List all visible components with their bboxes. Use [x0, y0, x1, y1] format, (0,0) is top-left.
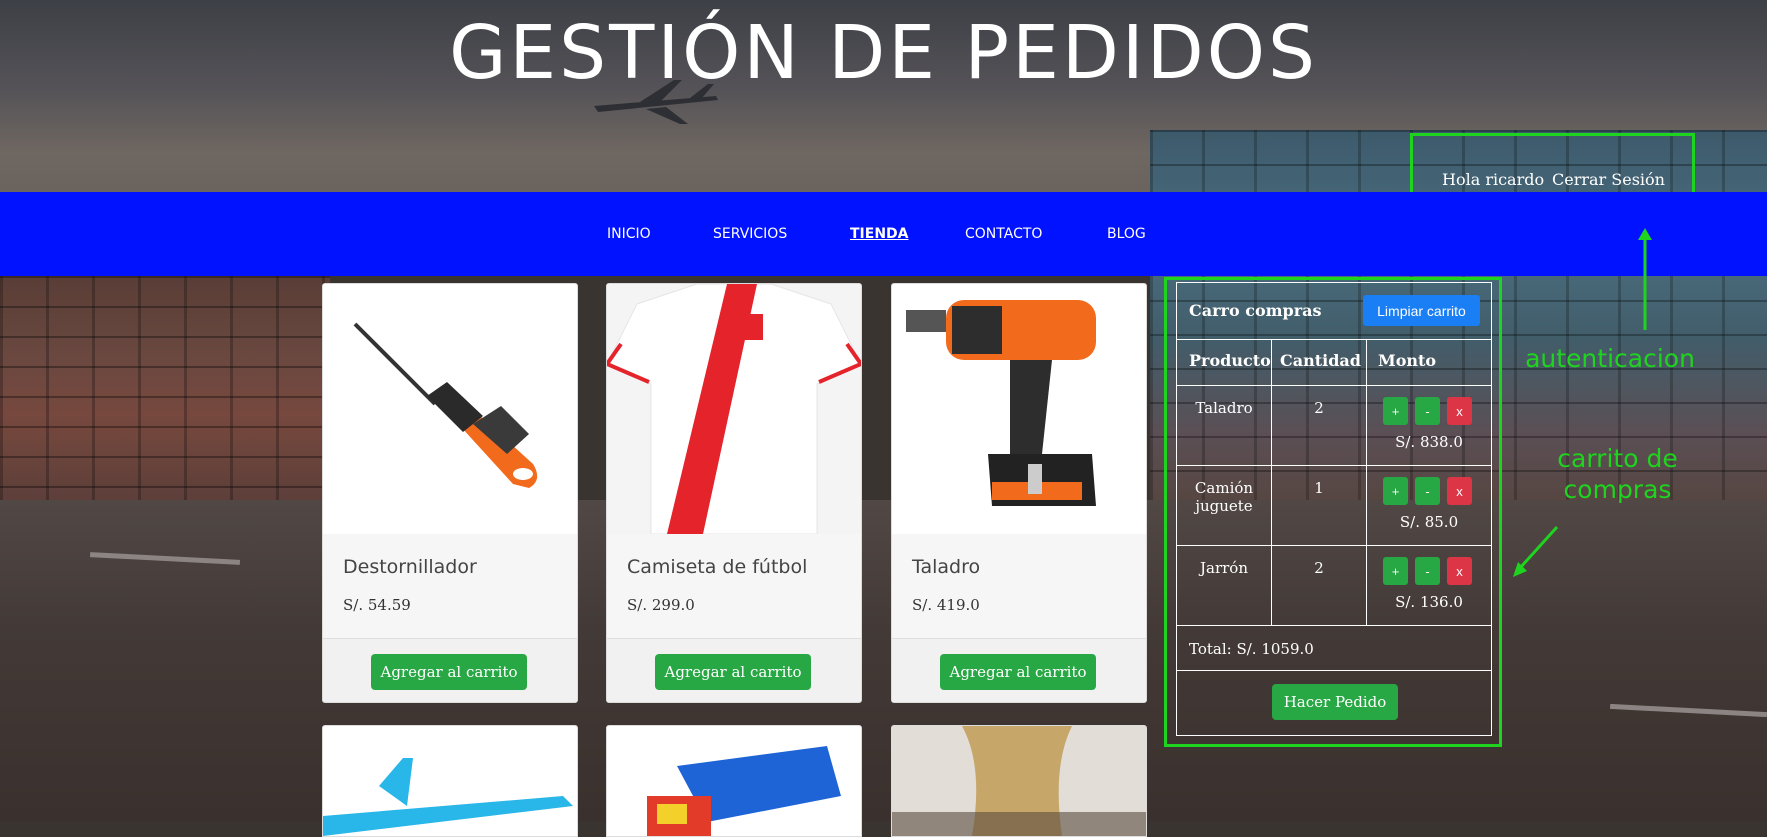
remove-item-button[interactable]: x [1447, 557, 1472, 585]
remove-item-button[interactable]: x [1447, 477, 1472, 505]
cart-item-quantity: 1 [1314, 479, 1324, 497]
column-header-producto: Producto [1189, 351, 1271, 370]
decrease-quantity-button[interactable]: - [1415, 477, 1440, 505]
add-to-cart-button[interactable]: Agregar al carrito [940, 654, 1096, 690]
table-divider [1177, 385, 1491, 386]
shopping-cart: Carro compras Limpiar carrito Producto C… [1176, 282, 1492, 736]
card-footer: Agregar al carrito [892, 638, 1146, 702]
increase-quantity-button[interactable]: + [1383, 397, 1408, 425]
cart-title: Carro compras [1189, 301, 1322, 320]
annotation-auth-label: autenticacion [1525, 344, 1695, 373]
drill-image [906, 300, 1096, 506]
card-footer: Agregar al carrito [607, 638, 861, 702]
cart-item-product: Jarrón [1200, 559, 1248, 577]
cart-total: Total: S/. 1059.0 [1189, 640, 1314, 658]
logout-link[interactable]: Cerrar Sesión [1552, 170, 1665, 189]
nav-item-blog[interactable]: BLOG [1107, 226, 1146, 242]
column-header-monto: Monto [1378, 351, 1437, 370]
nav-item-inicio[interactable]: INICIO [607, 226, 651, 242]
table-divider [1177, 670, 1491, 671]
table-divider [1271, 339, 1272, 625]
nav-item-tienda[interactable]: TIENDA [850, 226, 909, 242]
decrease-quantity-button[interactable]: - [1415, 397, 1440, 425]
nav-item-servicios[interactable]: SERVICIOS [713, 226, 787, 242]
table-divider [1177, 465, 1491, 466]
table-divider [1177, 625, 1491, 626]
place-order-button[interactable]: Hacer Pedido [1272, 684, 1398, 720]
product-name: Taladro [912, 556, 981, 578]
product-card [891, 725, 1147, 837]
table-divider [1366, 339, 1367, 625]
user-greeting: Hola ricardo [1442, 170, 1545, 189]
decrease-quantity-button[interactable]: - [1415, 557, 1440, 585]
product-name: Camiseta de fútbol [627, 556, 808, 578]
toy-truck-image [647, 746, 841, 836]
cart-item-amount: S/. 838.0 [1395, 433, 1463, 451]
column-header-cantidad: Cantidad [1280, 351, 1361, 370]
football-shirt-image [607, 284, 861, 535]
add-to-cart-button[interactable]: Agregar al carrito [655, 654, 811, 690]
table-divider [1177, 545, 1491, 546]
page-title: GESTIÓN DE PEDIDOS [449, 10, 1318, 96]
cart-item-product: Taladro [1195, 399, 1253, 417]
add-to-cart-button[interactable]: Agregar al carrito [371, 654, 527, 690]
product-image [892, 284, 1146, 534]
card-footer: Agregar al carrito [323, 638, 577, 702]
cart-item-amount: S/. 85.0 [1399, 513, 1459, 531]
table-divider [1177, 339, 1491, 340]
runway-stripe [89, 552, 241, 565]
vase-image [892, 726, 1146, 836]
product-card: Taladro S/. 419.0 Agregar al carrito [891, 283, 1147, 703]
increase-quantity-button[interactable]: + [1383, 557, 1408, 585]
toy-airplane-image [323, 758, 573, 836]
runway-stripe [1609, 703, 1767, 718]
nav-item-contacto[interactable]: CONTACTO [965, 226, 1042, 242]
cart-item-quantity: 2 [1314, 399, 1324, 417]
increase-quantity-button[interactable]: + [1383, 477, 1408, 505]
product-name: Destornillador [343, 556, 477, 578]
remove-item-button[interactable]: x [1447, 397, 1472, 425]
cart-item-amount: S/. 136.0 [1395, 593, 1463, 611]
container-stack-left [0, 276, 330, 506]
main-navbar: INICIO SERVICIOS TIENDA CONTACTO BLOG [0, 192, 1767, 276]
product-card: Camiseta de fútbol S/. 299.0 Agregar al … [606, 283, 862, 703]
clear-cart-button[interactable]: Limpiar carrito [1363, 295, 1480, 326]
product-image [607, 284, 861, 535]
product-image [323, 284, 577, 534]
screwdriver-image [353, 322, 538, 488]
cart-item-quantity: 2 [1314, 559, 1324, 577]
product-card [606, 725, 862, 837]
product-card: Destornillador S/. 54.59 Agregar al carr… [322, 283, 578, 703]
product-price: S/. 299.0 [627, 596, 695, 614]
annotation-cart-label: carrito de compras [1557, 444, 1678, 504]
product-price: S/. 54.59 [343, 596, 411, 614]
product-card [322, 725, 578, 837]
cart-item-product: Camión juguete [1194, 479, 1254, 515]
product-price: S/. 419.0 [912, 596, 980, 614]
